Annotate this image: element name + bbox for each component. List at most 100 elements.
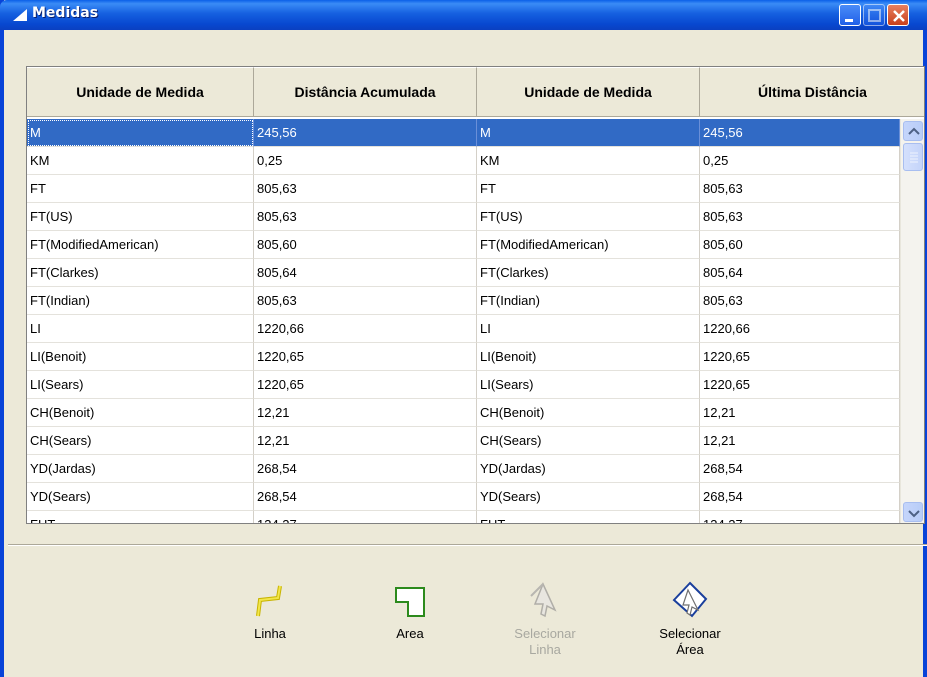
maximize-button[interactable] (863, 4, 885, 26)
cell-unit[interactable]: CH(Sears) (27, 427, 254, 455)
cell-value[interactable]: 805,64 (700, 259, 900, 287)
measurements-grid[interactable]: Unidade de Medida Distância Acumulada Un… (26, 66, 925, 524)
cell-unit[interactable]: FHT (477, 511, 700, 523)
cell-unit[interactable]: FT(Indian) (477, 287, 700, 315)
cell-value[interactable]: 1220,66 (700, 315, 900, 343)
cell-unit[interactable]: LI(Benoit) (477, 343, 700, 371)
cell-value[interactable]: 268,54 (254, 455, 477, 483)
table-row[interactable]: CH(Benoit) 12,21 CH(Benoit) 12,21 (27, 399, 900, 427)
cell-unit[interactable]: FT(Clarkes) (477, 259, 700, 287)
header-distancia-acumulada[interactable]: Distância Acumulada (254, 67, 477, 117)
scroll-down-button[interactable] (903, 502, 923, 522)
cell-unit[interactable]: FT(ModifiedAmerican) (27, 231, 254, 259)
table-row[interactable]: CH(Sears) 12,21 CH(Sears) 12,21 (27, 427, 900, 455)
table-row[interactable]: YD(Jardas) 268,54 YD(Jardas) 268,54 (27, 455, 900, 483)
toolbar-separator (8, 544, 927, 546)
cell-unit[interactable]: FT (27, 175, 254, 203)
header-ultima-distancia[interactable]: Última Distância (700, 67, 924, 117)
cell-value[interactable]: 1220,65 (254, 343, 477, 371)
cell-unit[interactable]: FT(ModifiedAmerican) (477, 231, 700, 259)
cell-unit[interactable]: FT (477, 175, 700, 203)
cell-value[interactable]: 12,21 (700, 427, 900, 455)
cell-value[interactable]: 805,60 (254, 231, 477, 259)
cell-unit[interactable]: CH(Benoit) (477, 399, 700, 427)
cell-value[interactable]: 805,64 (254, 259, 477, 287)
table-row[interactable]: FHT 134,27 FHT 134,27 (27, 511, 900, 523)
table-row[interactable]: M 245,56 M 245,56 (27, 119, 900, 147)
cell-value[interactable]: 1220,65 (254, 371, 477, 399)
cell-unit[interactable]: LI (27, 315, 254, 343)
linha-label: Linha (254, 626, 286, 641)
cell-unit[interactable]: FT(Clarkes) (27, 259, 254, 287)
selecionar-area-button[interactable]: Selecionar Área (645, 580, 735, 658)
cell-unit[interactable]: LI (477, 315, 700, 343)
cell-value[interactable]: 268,54 (700, 455, 900, 483)
cell-value[interactable]: 805,63 (700, 287, 900, 315)
table-row[interactable]: FT(Indian) 805,63 FT(Indian) 805,63 (27, 287, 900, 315)
cell-unit[interactable]: M (27, 119, 254, 147)
area-button[interactable]: Area (365, 580, 455, 642)
cell-value[interactable]: 245,56 (700, 119, 900, 147)
cell-unit[interactable]: YD(Jardas) (477, 455, 700, 483)
chevron-up-icon (908, 127, 920, 135)
cell-value[interactable]: 805,63 (254, 175, 477, 203)
cell-unit[interactable]: FT(Indian) (27, 287, 254, 315)
cell-value[interactable]: 805,63 (700, 175, 900, 203)
cell-unit[interactable]: CH(Sears) (477, 427, 700, 455)
scroll-thumb[interactable] (903, 143, 923, 171)
cell-unit[interactable]: KM (477, 147, 700, 175)
cell-unit[interactable]: FT(US) (27, 203, 254, 231)
cell-value[interactable]: 12,21 (254, 427, 477, 455)
cell-value[interactable]: 12,21 (700, 399, 900, 427)
app-icon (13, 9, 27, 21)
cell-unit[interactable]: KM (27, 147, 254, 175)
table-row[interactable]: YD(Sears) 268,54 YD(Sears) 268,54 (27, 483, 900, 511)
grid-rows: M 245,56 M 245,56 KM 0,25 KM 0,25 FT 805… (27, 119, 900, 523)
cell-unit[interactable]: FT(US) (477, 203, 700, 231)
cell-value[interactable]: 1220,66 (254, 315, 477, 343)
selecionar-area-label-2: Área (676, 642, 704, 657)
cell-unit[interactable]: YD(Jardas) (27, 455, 254, 483)
header-unidade-acumulada[interactable]: Unidade de Medida (27, 67, 254, 117)
selecionar-linha-label: Selecionar Linha (500, 626, 590, 658)
cell-value[interactable]: 805,60 (700, 231, 900, 259)
cell-unit[interactable]: YD(Sears) (27, 483, 254, 511)
cell-unit[interactable]: YD(Sears) (477, 483, 700, 511)
selecionar-linha-button[interactable]: Selecionar Linha (500, 580, 590, 658)
cell-unit[interactable]: LI(Sears) (27, 371, 254, 399)
cell-unit[interactable]: FHT (27, 511, 254, 523)
table-row[interactable]: FT(US) 805,63 FT(US) 805,63 (27, 203, 900, 231)
linha-button[interactable]: Linha (225, 580, 315, 642)
header-unidade-ultima[interactable]: Unidade de Medida (477, 67, 700, 117)
cell-value[interactable]: 805,63 (700, 203, 900, 231)
table-row[interactable]: FT(ModifiedAmerican) 805,60 FT(ModifiedA… (27, 231, 900, 259)
table-row[interactable]: FT(Clarkes) 805,64 FT(Clarkes) 805,64 (27, 259, 900, 287)
close-button[interactable] (887, 4, 909, 26)
table-row[interactable]: LI(Sears) 1220,65 LI(Sears) 1220,65 (27, 371, 900, 399)
cell-unit[interactable]: CH(Benoit) (27, 399, 254, 427)
cell-value[interactable]: 805,63 (254, 287, 477, 315)
table-row[interactable]: LI(Benoit) 1220,65 LI(Benoit) 1220,65 (27, 343, 900, 371)
cell-value[interactable]: 805,63 (254, 203, 477, 231)
cell-value[interactable]: 0,25 (700, 147, 900, 175)
cell-value[interactable]: 1220,65 (700, 371, 900, 399)
table-row[interactable]: FT 805,63 FT 805,63 (27, 175, 900, 203)
minimize-button[interactable] (839, 4, 861, 26)
cell-unit[interactable]: LI(Benoit) (27, 343, 254, 371)
cell-value[interactable]: 245,56 (254, 119, 477, 147)
vertical-scrollbar[interactable] (900, 119, 924, 523)
table-row[interactable]: LI 1220,66 LI 1220,66 (27, 315, 900, 343)
cell-value[interactable]: 268,54 (700, 483, 900, 511)
cell-unit[interactable]: LI(Sears) (477, 371, 700, 399)
cell-value[interactable]: 1220,65 (700, 343, 900, 371)
scroll-up-button[interactable] (903, 121, 923, 141)
cell-value[interactable]: 134,27 (254, 511, 477, 523)
table-row[interactable]: KM 0,25 KM 0,25 (27, 147, 900, 175)
title-bar[interactable]: Medidas (0, 0, 927, 30)
cell-value[interactable]: 0,25 (254, 147, 477, 175)
cell-unit[interactable]: M (477, 119, 700, 147)
cell-value[interactable]: 12,21 (254, 399, 477, 427)
window-title: Medidas (32, 5, 99, 21)
cell-value[interactable]: 134,27 (700, 511, 900, 523)
cell-value[interactable]: 268,54 (254, 483, 477, 511)
